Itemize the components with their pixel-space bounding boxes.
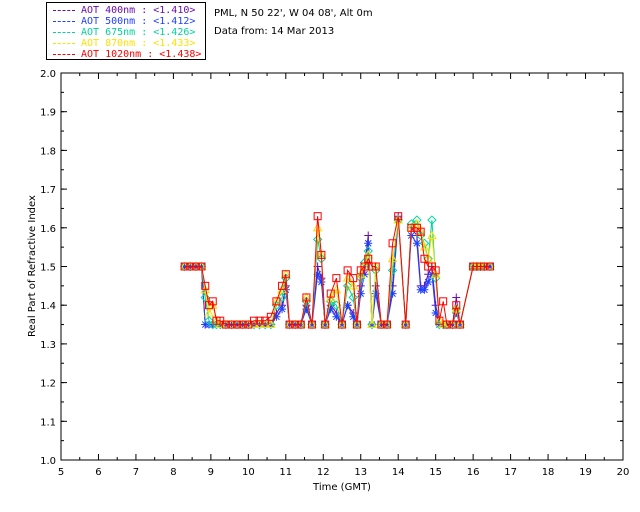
- x-tick-label: 14: [392, 467, 405, 478]
- legend-swatch-870nm: [53, 42, 75, 44]
- x-tick-label: 18: [542, 467, 555, 478]
- data-point: [356, 289, 365, 298]
- x-tick-label: 5: [58, 467, 64, 478]
- y-tick-label: 1.7: [40, 185, 56, 196]
- legend-item-1020nm: AOT 1020nm : <1.438>: [53, 49, 201, 60]
- y-tick-label: 1.2: [40, 379, 56, 390]
- site-info: PML, N 50 22', W 04 08', Alt 0m: [214, 8, 373, 19]
- x-axis-title: Time (GMT): [312, 482, 371, 493]
- legend-item-675nm: AOT 675nm : <1.426>: [53, 27, 195, 38]
- x-tick-label: 9: [208, 467, 214, 478]
- x-tick-label: 19: [579, 467, 592, 478]
- data-point: [420, 285, 429, 294]
- legend-swatch-675nm: [53, 31, 75, 33]
- plot-area: [60, 72, 624, 461]
- y-tick-label: 1.9: [40, 108, 56, 119]
- legend-item-400nm: AOT 400nm : <1.410>: [53, 5, 195, 16]
- legend: AOT 400nm : <1.410> AOT 500nm : <1.412> …: [46, 2, 206, 60]
- x-tick-label: 12: [317, 467, 330, 478]
- legend-item-870nm: AOT 870nm : <1.433>: [53, 38, 195, 49]
- legend-item-500nm: AOT 500nm : <1.412>: [53, 16, 195, 27]
- x-tick-label: 7: [133, 467, 139, 478]
- x-tick-label: 8: [170, 467, 176, 478]
- x-tick-label: 10: [242, 467, 255, 478]
- y-tick-label: 1.3: [40, 340, 56, 351]
- legend-label-870nm: AOT 870nm : <1.433>: [81, 38, 196, 49]
- legend-label-400nm: AOT 400nm : <1.410>: [81, 5, 196, 16]
- legend-label-675nm: AOT 675nm : <1.426>: [81, 27, 196, 38]
- x-tick-label: 11: [279, 467, 292, 478]
- legend-swatch-1020nm: [53, 53, 75, 55]
- y-tick-label: 1.5: [40, 263, 56, 274]
- date-info: Data from: 14 Mar 2013: [214, 26, 335, 37]
- y-tick-label: 1.8: [40, 146, 56, 157]
- x-tick-label: 6: [95, 467, 101, 478]
- x-tick-label: 15: [429, 467, 442, 478]
- y-tick-label: 1.0: [40, 456, 56, 467]
- x-tick-label: 20: [617, 467, 630, 478]
- y-tick-label: 2.0: [40, 69, 56, 80]
- legend-label-500nm: AOT 500nm : <1.412>: [81, 16, 196, 27]
- data-point: [317, 277, 326, 286]
- legend-swatch-400nm: [53, 9, 75, 11]
- data-point: [364, 239, 373, 248]
- x-tick-label: 13: [354, 467, 367, 478]
- legend-swatch-500nm: [53, 20, 75, 22]
- data-point: [424, 277, 433, 286]
- refractive-index-chart: 5 6 7 8 9 10 11 12 13 14 15 16 17 18 19 20 1.0 1.1 1.2 1.3…: [27, 69, 630, 493]
- legend-label-1020nm: AOT 1020nm : <1.438>: [81, 49, 202, 60]
- x-tick-label: 17: [504, 467, 517, 478]
- y-axis-title: Real Part of Refractive Index: [27, 195, 38, 337]
- x-tick-label: 16: [467, 467, 480, 478]
- y-tick-label: 1.1: [40, 417, 56, 428]
- y-tick-label: 1.4: [40, 301, 56, 312]
- y-tick-label: 1.6: [40, 224, 56, 235]
